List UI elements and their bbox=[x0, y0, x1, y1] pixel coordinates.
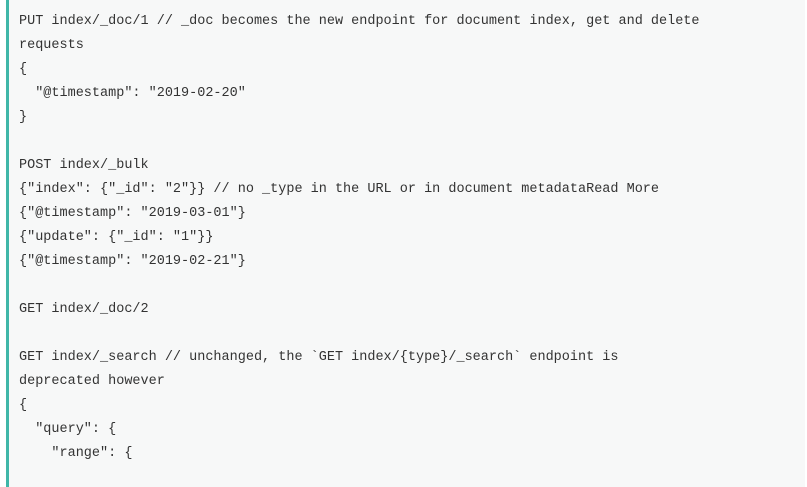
code-lines: PUT index/_doc/1 // _doc becomes the new… bbox=[19, 10, 700, 466]
code-line: PUT index/_doc/1 // _doc becomes the new… bbox=[19, 14, 700, 29]
code-line: "@timestamp": "2019-02-20" bbox=[19, 86, 246, 101]
code-line: { bbox=[19, 398, 28, 413]
code-line: requests bbox=[19, 38, 84, 53]
code-line: {"@timestamp": "2019-03-01"} bbox=[19, 206, 246, 221]
code-line: POST index/_bulk bbox=[19, 158, 149, 173]
code-line: "range": { bbox=[19, 446, 133, 461]
code-line: { bbox=[19, 62, 28, 77]
code-line: GET index/_search // unchanged, the `GET… bbox=[19, 350, 619, 365]
code-line: "query": { bbox=[19, 422, 117, 437]
code-line: {"update": {"_id": "1"}} bbox=[19, 230, 214, 245]
code-line: {"@timestamp": "2019-02-21"} bbox=[19, 254, 246, 269]
code-line: deprecated however bbox=[19, 374, 165, 389]
code-line: {"index": {"_id": "2"}} // no _type in t… bbox=[19, 182, 660, 197]
code-line: } bbox=[19, 110, 28, 125]
code-line: GET index/_doc/2 bbox=[19, 302, 149, 317]
code-block: PUT index/_doc/1 // _doc becomes the new… bbox=[6, 0, 805, 487]
